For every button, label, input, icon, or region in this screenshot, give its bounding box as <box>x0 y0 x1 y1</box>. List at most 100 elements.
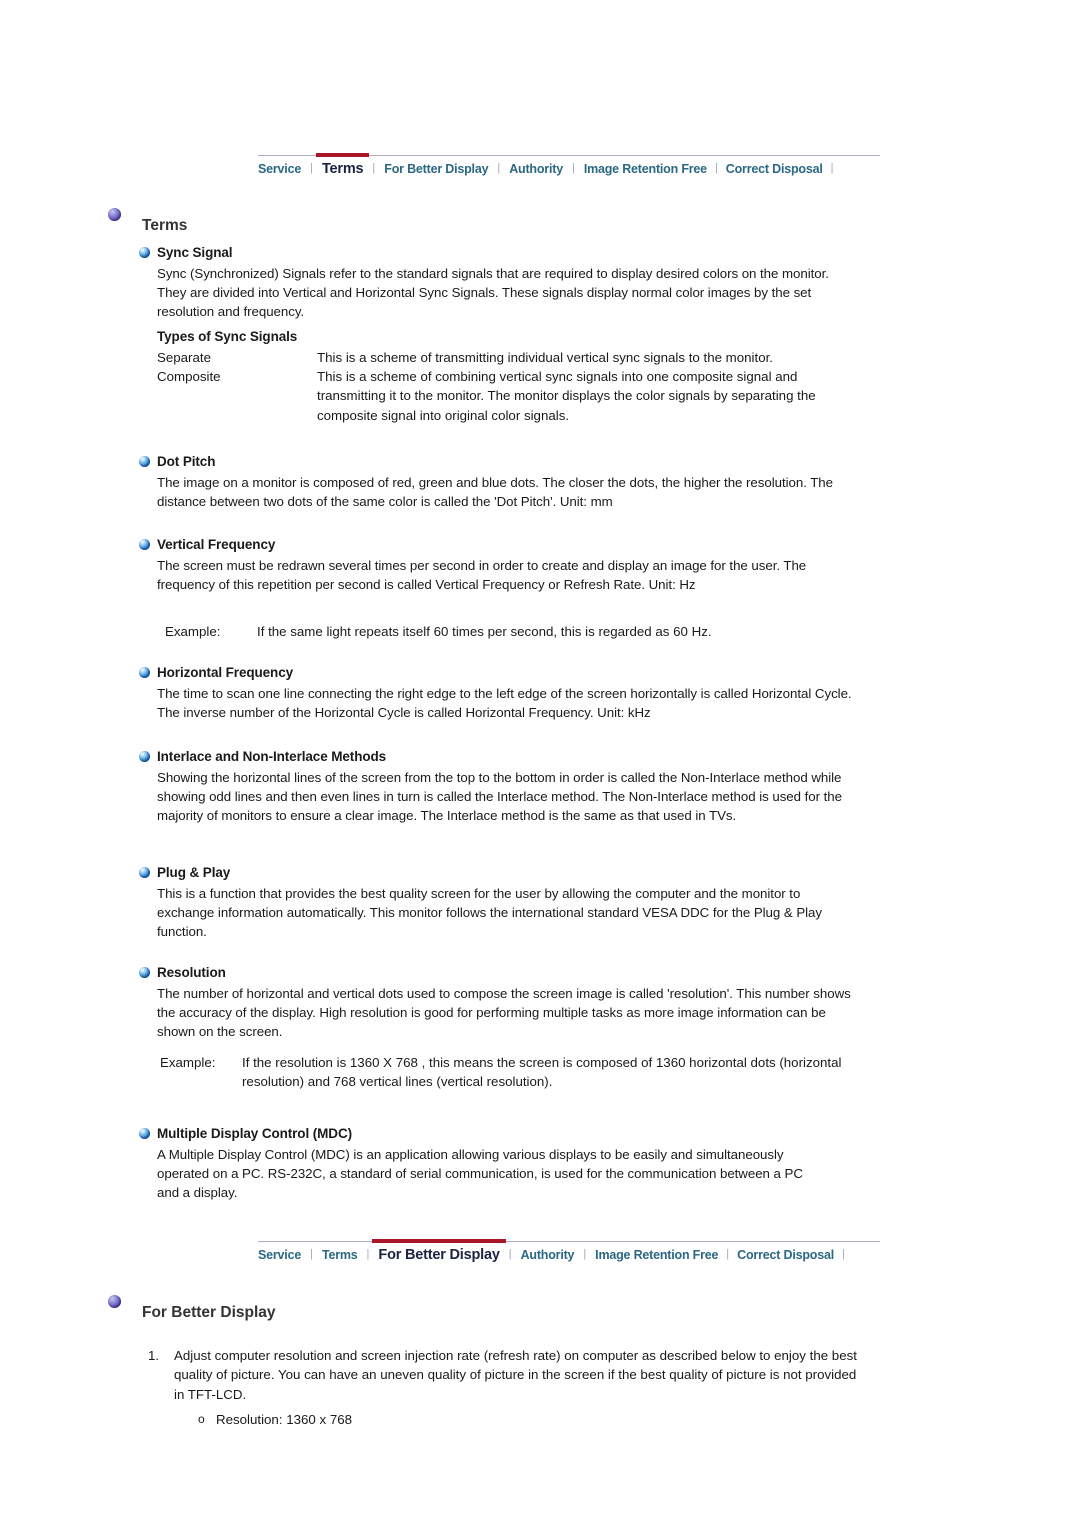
sync-signal-title-label: Sync Signal <box>157 245 233 260</box>
list-item: o Resolution: 1360 x 768 <box>198 1410 798 1429</box>
vertical-frequency-example: Example: If the same light repeats itsel… <box>165 622 855 641</box>
example-label: Example: <box>165 624 221 639</box>
nav-item-authority-top[interactable]: Authority <box>509 158 563 180</box>
subsection-plug-and-play: Plug & Play This is a function that prov… <box>139 864 839 942</box>
nav-item-terms-bottom[interactable]: Terms <box>322 1244 358 1266</box>
nav-item-terms-top[interactable]: Terms <box>315 153 370 180</box>
table-row: Separate This is a scheme of transmittin… <box>157 348 847 367</box>
active-tab-indicator <box>315 153 370 157</box>
interlace-title-label: Interlace and Non-Interlace Methods <box>157 749 387 764</box>
nav-separator: | <box>366 1248 370 1260</box>
nav-item-for-better-display-bottom[interactable]: For Better Display <box>372 1239 506 1266</box>
nav-item-service-bottom[interactable]: Service <box>258 1244 301 1266</box>
document-page: Service | Terms | For Better Display | A… <box>0 0 1080 1527</box>
resolution-title: Resolution <box>139 964 839 982</box>
sync-type-term: Composite <box>157 369 221 385</box>
subsection-bullet-icon <box>139 967 150 978</box>
dot-pitch-body: The image on a monitor is composed of re… <box>157 475 834 510</box>
subsection-mdc: Multiple Display Control (MDC) A Multipl… <box>139 1125 839 1203</box>
types-of-sync-signals-block: Types of Sync Signals Separate This is a… <box>157 328 857 425</box>
nav-separator: | <box>571 162 575 174</box>
page-title-terms: Terms <box>100 208 842 236</box>
interlace-body: Showing the horizontal lines of the scre… <box>157 770 842 824</box>
subsection-bullet-icon <box>139 247 150 258</box>
list-item-text: Adjust computer resolution and screen in… <box>174 1348 857 1402</box>
nav-item-authority-bottom[interactable]: Authority <box>521 1244 575 1266</box>
example-label: Example: <box>160 1055 216 1070</box>
vertical-frequency-title-label: Vertical Frequency <box>157 537 276 552</box>
example-text: If the resolution is 1360 X 768 , this m… <box>242 1055 842 1090</box>
resolution-title-label: Resolution <box>157 965 226 980</box>
vertical-frequency-body: The screen must be redrawn several times… <box>157 558 807 593</box>
circle-bullet-icon: o <box>198 1412 205 1426</box>
list-item-number: 1. <box>148 1348 160 1363</box>
nav-separator: | <box>583 1248 587 1260</box>
dot-pitch-title: Dot Pitch <box>139 453 839 471</box>
plug-and-play-title-label: Plug & Play <box>157 865 231 880</box>
sync-signal-title: Sync Signal <box>139 244 839 262</box>
resolution-body: The number of horizontal and vertical do… <box>157 986 851 1040</box>
nav-separator: | <box>726 1248 730 1260</box>
plug-and-play-body: This is a function that provides the bes… <box>157 886 823 940</box>
subsection-bullet-icon <box>139 667 150 678</box>
table-row: Composite This is a scheme of combining … <box>157 367 847 425</box>
mdc-body: A Multiple Display Control (MDC) is an a… <box>157 1147 803 1201</box>
subsection-bullet-icon <box>139 867 150 878</box>
subsection-dot-pitch: Dot Pitch The image on a monitor is comp… <box>139 453 839 511</box>
nav-item-correct-disposal-top[interactable]: Correct Disposal <box>726 158 823 180</box>
mdc-title-label: Multiple Display Control (MDC) <box>157 1126 352 1141</box>
nav-separator: | <box>508 1248 512 1260</box>
subsection-bullet-icon <box>139 456 150 467</box>
resolution-value-text: Resolution: 1360 x 768 <box>216 1412 353 1427</box>
subsection-vertical-frequency: Vertical Frequency The screen must be re… <box>139 536 839 594</box>
nav-separator: | <box>310 1248 313 1260</box>
list-item: 1. Adjust computer resolution and screen… <box>148 1346 858 1404</box>
bottom-nav-items: Service | Terms | For Better Display | A… <box>258 1239 880 1266</box>
subsection-interlace-methods: Interlace and Non-Interlace Methods Show… <box>139 748 842 826</box>
nav-item-for-better-display-top[interactable]: For Better Display <box>384 158 488 180</box>
subsection-bullet-icon <box>139 539 150 550</box>
nav-item-terms-top-label: Terms <box>321 161 364 177</box>
top-nav-items: Service | Terms | For Better Display | A… <box>258 153 880 180</box>
sync-signal-body: Sync (Synchronized) Signals refer to the… <box>157 266 829 320</box>
vertical-frequency-title: Vertical Frequency <box>139 536 839 554</box>
plug-and-play-title: Plug & Play <box>139 864 839 882</box>
for-better-display-heading-label: For Better Display <box>142 1304 276 1321</box>
nav-separator-trailing: | <box>830 162 834 174</box>
subsection-sync-signal: Sync Signal Sync (Synchronized) Signals … <box>139 244 839 322</box>
nav-separator: | <box>372 162 376 174</box>
bottom-navigation-bar: Service | Terms | For Better Display | A… <box>258 1239 880 1266</box>
page-title-for-better-display: For Better Display <box>100 1295 842 1323</box>
subsection-resolution: Resolution The number of horizontal and … <box>139 964 851 1042</box>
sync-type-term: Separate <box>157 350 211 365</box>
section-bullet-icon <box>108 208 121 221</box>
subsection-bullet-icon <box>139 1128 150 1139</box>
nav-separator: | <box>310 162 313 174</box>
subsection-bullet-icon <box>139 751 150 762</box>
nav-item-correct-disposal-bottom[interactable]: Correct Disposal <box>737 1244 834 1266</box>
active-tab-indicator <box>372 1239 506 1243</box>
example-text: If the same light repeats itself 60 time… <box>257 624 712 639</box>
horizontal-frequency-body: The time to scan one line connecting the… <box>157 686 852 721</box>
horizontal-frequency-title-label: Horizontal Frequency <box>157 665 294 680</box>
dot-pitch-title-label: Dot Pitch <box>157 454 216 469</box>
nav-item-for-better-display-bottom-label: For Better Display <box>378 1247 500 1263</box>
sync-type-description: This is a scheme of transmitting individ… <box>317 350 773 365</box>
sync-type-description: This is a scheme of combining vertical s… <box>317 369 816 423</box>
sync-signals-table: Separate This is a scheme of transmittin… <box>157 348 847 425</box>
horizontal-frequency-title: Horizontal Frequency <box>139 664 839 682</box>
nav-rule-bottom <box>258 1241 880 1242</box>
nav-separator-trailing: | <box>842 1248 845 1260</box>
nav-item-image-retention-free-top[interactable]: Image Retention Free <box>584 158 707 180</box>
nav-item-service-top[interactable]: Service <box>258 158 301 180</box>
nav-separator: | <box>497 162 501 174</box>
resolution-example: Example: If the resolution is 1360 X 768… <box>160 1053 860 1091</box>
subsection-horizontal-frequency: Horizontal Frequency The time to scan on… <box>139 664 852 722</box>
nav-separator: | <box>714 162 718 174</box>
types-of-sync-signals-title: Types of Sync Signals <box>157 329 298 344</box>
terms-heading-label: Terms <box>142 217 188 234</box>
nav-item-image-retention-free-bottom[interactable]: Image Retention Free <box>595 1244 718 1266</box>
mdc-title: Multiple Display Control (MDC) <box>139 1125 839 1143</box>
top-navigation-bar: Service | Terms | For Better Display | A… <box>258 153 880 180</box>
section-bullet-icon <box>108 1295 121 1308</box>
